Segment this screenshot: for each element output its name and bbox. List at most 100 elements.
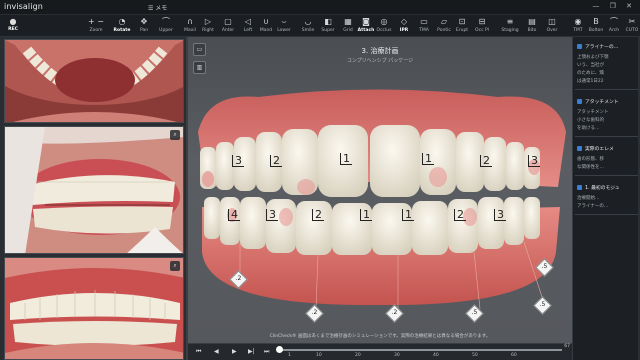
occlusion-icon: ◎ xyxy=(380,17,388,26)
memo-tab[interactable]: ☰ メモ xyxy=(148,3,167,12)
notes-divider xyxy=(575,214,639,215)
tool-pan-button[interactable]: ✥ Pan xyxy=(133,16,155,36)
tool-erupt-button[interactable]: ⊡ Erupt xyxy=(451,16,473,36)
tool-ipr-button[interactable]: ◇ IPR xyxy=(393,16,415,36)
timeline-slider-handle[interactable] xyxy=(276,346,283,353)
ipr-badge[interactable]: .2 xyxy=(385,304,404,323)
first-stage-icon[interactable]: ⏮ xyxy=(196,348,201,356)
tool-occlus-button[interactable]: ◎ Occlus xyxy=(373,16,395,36)
user-button[interactable]: ● REC xyxy=(2,16,24,36)
notes-section-title: アタッチメント xyxy=(585,100,619,105)
tool-bitto-button[interactable]: ▤ Bito xyxy=(521,16,543,36)
tool-cut-label: CUTO xyxy=(625,28,639,33)
smile-icon: ◡ xyxy=(304,17,312,26)
note-bullet-icon xyxy=(577,44,582,49)
timeline-tick-label: 40 xyxy=(433,353,439,358)
notes-section-heading[interactable]: 実際のエレメ xyxy=(577,145,614,152)
timeline-track[interactable] xyxy=(278,349,562,351)
tool-super-button[interactable]: ◧ Super xyxy=(317,16,339,36)
ipr-badge[interactable]: .2 xyxy=(305,304,324,323)
lower-tooth-label: 1 xyxy=(402,209,414,221)
tool-upper-button[interactable]: ⌒ Upper xyxy=(155,16,177,36)
pan-icon: ✥ xyxy=(140,17,148,26)
tool-over-button[interactable]: ◫ Over xyxy=(541,16,563,36)
clincheck-3d-viewer[interactable]: 321123 4321123 .2.2.2.5.5.5 ▭ ▥ 3. 治療計画 … xyxy=(188,37,572,343)
app-window: invisalign ☰ メモ — ❐ ✕ ● REC + − Zoom ◔ Rota… xyxy=(0,0,640,360)
overlay-icon: ◫ xyxy=(548,17,556,26)
tool-smile-button[interactable]: ◡ Smile xyxy=(297,16,319,36)
tool-lower-button[interactable]: ⌣ Lower xyxy=(273,16,295,36)
superimpose-icon: ◧ xyxy=(324,17,332,26)
lower-tooth-label: 2 xyxy=(454,209,466,221)
play-icon[interactable]: ▶ xyxy=(232,348,237,355)
photo-frontal[interactable]: ⌕ xyxy=(4,257,184,360)
notes-section-heading[interactable]: アライナーの... xyxy=(577,43,618,50)
lower-tooth-label: 2 xyxy=(312,209,324,221)
photo-column: ⌕ ⌕ xyxy=(0,37,186,360)
upper-tooth-label: 3 xyxy=(528,155,540,167)
ipr-value: .5 xyxy=(539,301,546,308)
occlusal-photo-image xyxy=(5,40,183,122)
tool-tma-button[interactable]: ▭ TMA xyxy=(413,16,435,36)
tool-tma-label: TMA xyxy=(419,28,429,33)
notes-line: いう、当社が xyxy=(577,63,604,68)
timeline-tick-label: 1 xyxy=(288,353,291,358)
stage-title: 3. 治療計画 xyxy=(361,47,399,55)
tool-occpl-button[interactable]: ⊟ Occ Pl xyxy=(471,16,493,36)
viewer-footnote: ClinCheck® 画面はあくまで治療計画のシミュレーションです。実際の治療結… xyxy=(269,334,491,339)
tool-rotate-label: Rotate xyxy=(113,28,131,33)
upper-tooth-label: 1 xyxy=(422,153,434,165)
zoom-photo-button-1[interactable]: ⌕ xyxy=(170,130,180,140)
notes-section-heading[interactable]: 1. 最初のモジュ xyxy=(577,184,620,191)
memo-label: メモ xyxy=(155,5,168,12)
tool-upper-label: Upper xyxy=(159,28,173,33)
note-bullet-icon xyxy=(577,146,582,151)
notes-line: な関係性を… xyxy=(577,165,604,170)
tool-right-button[interactable]: ▷ Right xyxy=(197,16,219,36)
rotate-icon: ◔ xyxy=(118,17,126,26)
notes-line: 小さな歯科的 xyxy=(577,118,604,123)
notes-panel[interactable]: アライナーの... 上顎および下顎 いう、当社が のために、矯 は通常1日22 アタッチメ… xyxy=(572,37,640,360)
next-stage-icon[interactable]: ▶| xyxy=(248,348,255,355)
ipr-value: .2 xyxy=(391,309,398,316)
ipr-badge[interactable]: .5 xyxy=(533,296,552,315)
zoom-photo-button-2[interactable]: ⌕ xyxy=(170,261,180,271)
tool-rotate-button[interactable]: ◔ Rotate xyxy=(111,16,133,36)
photo-occlusal-lower[interactable] xyxy=(4,39,184,123)
tool-occlus-label: Occlus xyxy=(376,28,392,33)
title-bar: invisalign ☰ メモ — ❐ ✕ xyxy=(0,0,640,15)
prev-stage-icon[interactable]: ◀ xyxy=(214,348,219,355)
ipr-value: .5 xyxy=(541,263,548,270)
tool-right-label: Right xyxy=(202,28,214,33)
stage-subtitle: コンプリヘンシブ パッケージ xyxy=(346,58,414,64)
tool-anter-button[interactable]: ▢ Anter xyxy=(217,16,239,36)
notes-line: 上顎および下顎 xyxy=(577,55,609,60)
ipr-value: .2 xyxy=(235,275,242,282)
lower-tooth-label: 4 xyxy=(228,209,240,221)
tool-staging-button[interactable]: ≡ Staging xyxy=(499,16,521,36)
tool-cut-button[interactable]: ✂ CUTO xyxy=(621,16,640,36)
lateral-photo-image xyxy=(5,127,183,253)
tool-over-label: Over xyxy=(546,28,558,33)
window-controls[interactable]: — ❐ ✕ xyxy=(592,2,636,10)
notes-line: 歯の形態、移 xyxy=(577,157,604,162)
frontal-photo-image xyxy=(5,258,183,359)
upper-tooth-label: 1 xyxy=(340,153,352,165)
notes-section-title: 1. 最初のモジュ xyxy=(585,186,620,191)
photo-lateral[interactable]: ⌕ xyxy=(4,126,184,254)
stage-timeline: ⏮ ◀ ▶ ▶| ⏭ 1 10 20 30 40 50 60 67 xyxy=(188,343,572,360)
last-stage-icon[interactable]: ⏭ xyxy=(264,348,269,356)
notes-section-heading[interactable]: アタッチメント xyxy=(577,98,619,105)
note-bullet-icon xyxy=(577,99,582,104)
ipr-badge[interactable]: .2 xyxy=(229,270,248,289)
eruption-icon: ⊡ xyxy=(458,17,466,26)
ipr-badge[interactable]: .5 xyxy=(535,258,554,277)
ipr-value: .2 xyxy=(311,309,318,316)
right-view-icon: ▷ xyxy=(204,17,212,26)
tool-ipr-label: IPR xyxy=(399,28,409,33)
upper-tooth-label: 2 xyxy=(270,155,282,167)
ipr-badge[interactable]: .5 xyxy=(465,304,484,323)
timeline-end-value: 67 xyxy=(564,344,570,349)
person-icon: ● xyxy=(9,17,17,26)
tool-zoom-button[interactable]: + − Zoom xyxy=(85,16,107,36)
